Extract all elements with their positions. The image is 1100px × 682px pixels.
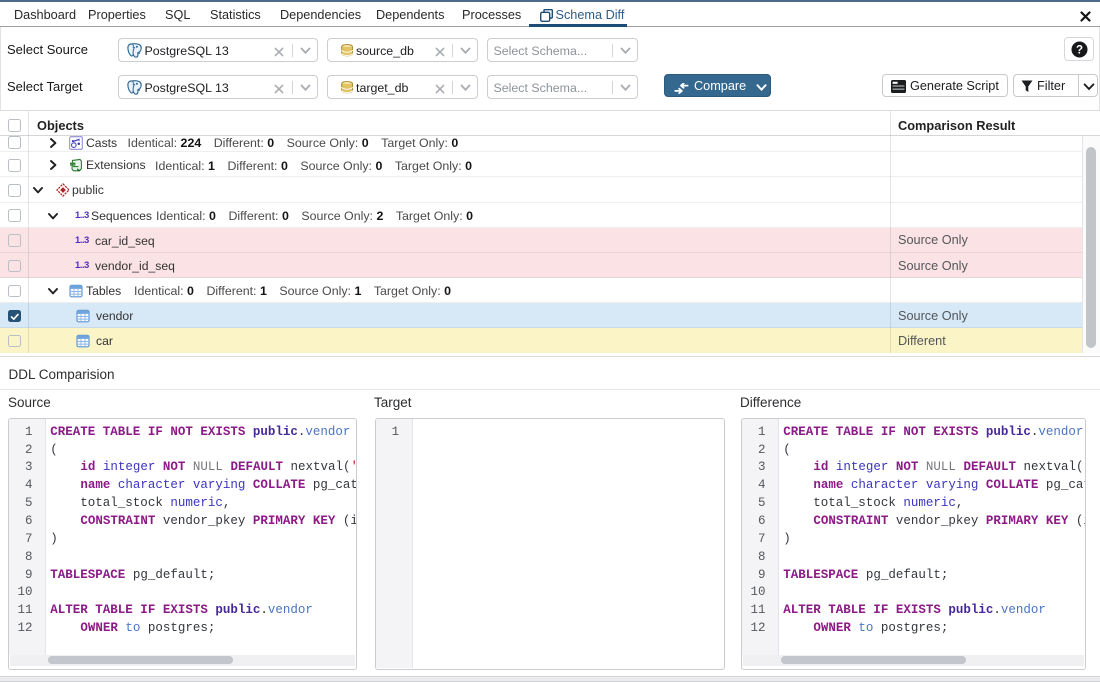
svg-text:?: ?: [1075, 44, 1082, 56]
